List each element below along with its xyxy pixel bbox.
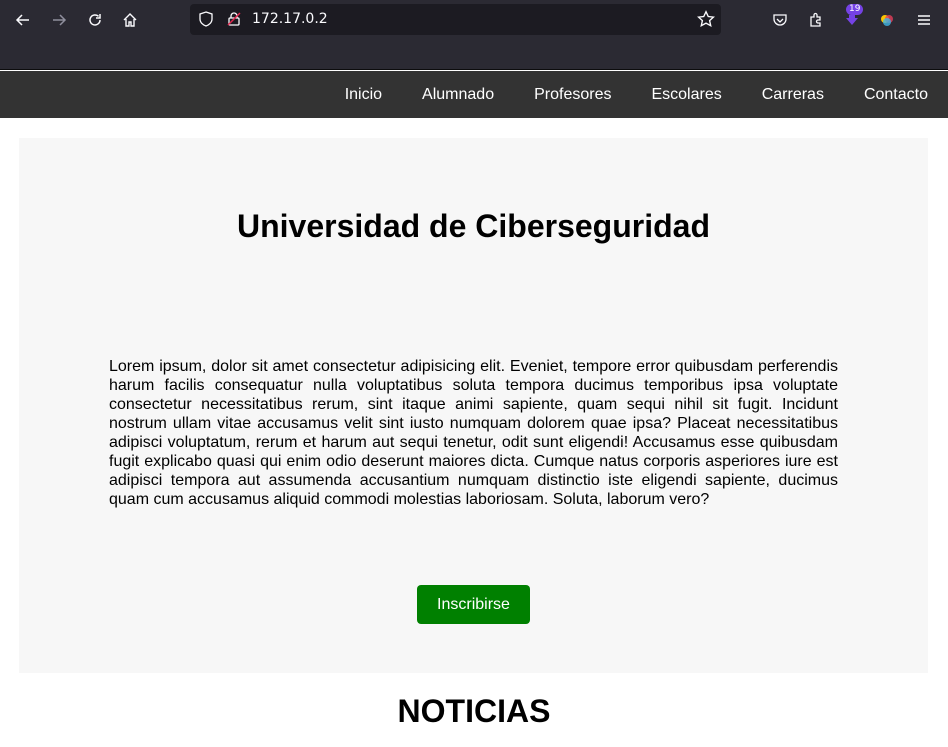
extension-count-badge: 19 [846, 4, 864, 15]
signup-button[interactable]: Inscribirse [417, 585, 530, 624]
pocket-button[interactable] [766, 6, 794, 34]
nav-link-alumnado[interactable]: Alumnado [402, 71, 514, 118]
puzzle-icon [810, 12, 821, 27]
arrow-left-icon [15, 14, 29, 26]
home-icon [123, 13, 137, 27]
reload-icon [89, 14, 101, 26]
profile-button[interactable] [873, 6, 901, 34]
nav-link-profesores[interactable]: Profesores [514, 71, 631, 118]
extensions-button[interactable] [802, 6, 830, 34]
news-heading: NOTICIAS [397, 693, 551, 729]
menu-button[interactable] [910, 6, 938, 34]
browser-toolbar: 172.17.0.2 19 [0, 0, 948, 70]
color-circle-icon [881, 15, 893, 26]
forward-button[interactable] [45, 6, 73, 34]
hamburger-icon [918, 15, 930, 25]
shield-icon[interactable] [198, 11, 214, 27]
hero-section: Universidad de Ciberseguridad Lorem ipsu… [19, 138, 928, 673]
address-bar[interactable]: 172.17.0.2 [190, 4, 721, 35]
reload-button[interactable] [81, 6, 109, 34]
hero-paragraph: Lorem ipsum, dolor sit amet consectetur … [109, 358, 838, 508]
site-navbar: Inicio Alumnado Profesores Escolares Car… [0, 71, 948, 118]
bookmark-star-icon[interactable] [697, 10, 715, 28]
insecure-lock-icon[interactable] [226, 11, 242, 27]
arrow-right-icon [53, 14, 67, 26]
hero-title: Universidad de Ciberseguridad [236, 208, 710, 244]
nav-link-contacto[interactable]: Contacto [844, 71, 948, 118]
nav-link-carreras[interactable]: Carreras [742, 71, 844, 118]
pocket-icon [773, 14, 787, 26]
url-text[interactable]: 172.17.0.2 [252, 11, 328, 27]
nav-link-escolares[interactable]: Escolares [631, 71, 741, 118]
home-button[interactable] [116, 6, 144, 34]
back-button[interactable] [9, 6, 37, 34]
nav-link-inicio[interactable]: Inicio [325, 71, 402, 118]
